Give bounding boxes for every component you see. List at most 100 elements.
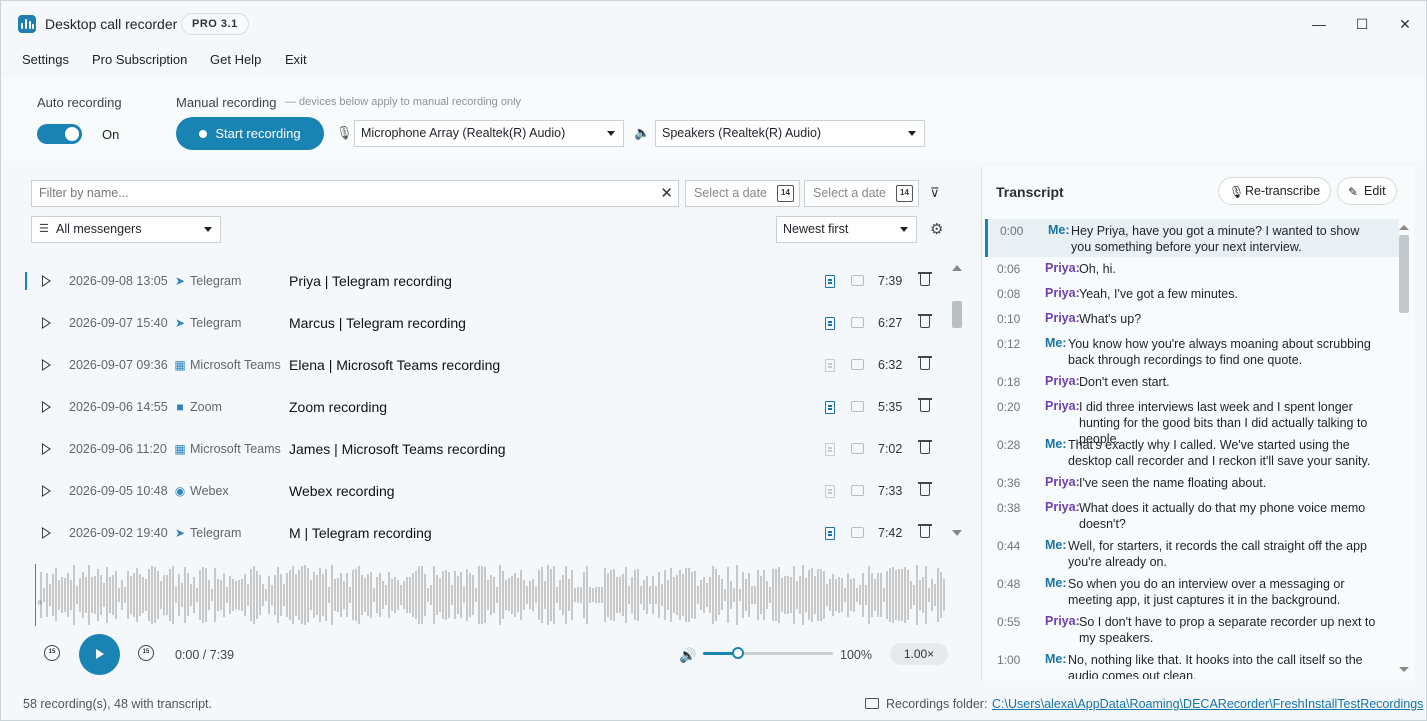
row-play-icon[interactable]	[42, 401, 51, 413]
list-scroll-down-icon[interactable]	[952, 530, 962, 536]
comment-icon[interactable]	[851, 275, 864, 286]
volume-slider-handle[interactable]	[732, 647, 745, 659]
transcript-line[interactable]: 0:00 Me: Hey Priya, have you got a minute?…	[985, 219, 1399, 257]
transcript-line[interactable]: 0:38 Priya: What does it actually do that …	[985, 496, 1399, 534]
recording-title[interactable]: Zoom recording	[289, 399, 387, 415]
transcript-icon[interactable]	[825, 527, 835, 540]
waveform[interactable]	[35, 564, 949, 626]
transcript-timestamp[interactable]: 1:00	[997, 653, 1020, 667]
name-filter-input[interactable]: Filter by name... ✕	[31, 180, 679, 207]
transcript-line[interactable]: 0:48 Me: So when you do an interview over …	[985, 572, 1399, 610]
volume-icon[interactable]: 🔊	[679, 647, 696, 664]
transcript-icon[interactable]	[825, 317, 835, 330]
transcript-line[interactable]: 0:08 Priya: Yeah, I've got a few minutes.	[985, 282, 1399, 307]
delete-icon[interactable]	[918, 272, 932, 286]
messenger-select[interactable]: ☰ All messengers	[31, 216, 221, 243]
close-button[interactable]: ✕	[1394, 13, 1416, 35]
recording-title[interactable]: Priya | Telegram recording	[289, 273, 452, 289]
menu-exit[interactable]: Exit	[285, 52, 307, 67]
date-to-input[interactable]: Select a date 14	[804, 180, 919, 207]
transcript-icon[interactable]	[825, 275, 835, 288]
playback-speed-button[interactable]: 1.00×	[890, 643, 948, 665]
transcript-timestamp[interactable]: 0:18	[997, 375, 1020, 389]
calendar-icon[interactable]: 14	[896, 185, 913, 202]
transcript-scroll-up-icon[interactable]	[1399, 225, 1409, 230]
row-play-icon[interactable]	[42, 527, 51, 539]
comment-icon[interactable]	[851, 317, 864, 328]
list-settings-gear-icon[interactable]: ⚙	[930, 220, 943, 238]
transcript-scroll-down-icon[interactable]	[1399, 667, 1409, 672]
calendar-icon[interactable]: 14	[777, 185, 794, 202]
transcript-line[interactable]: 0:06 Priya: Oh, hi.	[985, 257, 1399, 282]
recording-title[interactable]: James | Microsoft Teams recording	[289, 441, 506, 457]
transcript-line[interactable]: 0:36 Priya: I've seen the name floating ab…	[985, 471, 1399, 496]
transcript-timestamp[interactable]: 0:44	[997, 539, 1020, 553]
transcript-line[interactable]: 0:10 Priya: What's up?	[985, 307, 1399, 332]
list-scrollbar-thumb[interactable]	[952, 301, 962, 328]
delete-icon[interactable]	[918, 398, 932, 412]
row-play-icon[interactable]	[42, 275, 51, 287]
row-play-icon[interactable]	[42, 485, 51, 497]
transcript-line[interactable]: 1:00 Me: No, nothing like that. It hooks i…	[985, 648, 1399, 679]
transcript-timestamp[interactable]: 0:10	[997, 312, 1020, 326]
list-scroll-up-icon[interactable]	[952, 265, 962, 271]
transcript-icon[interactable]	[825, 485, 835, 498]
date-from-input[interactable]: Select a date 14	[685, 180, 800, 207]
transcript-timestamp[interactable]: 0:12	[997, 337, 1020, 351]
delete-icon[interactable]	[918, 440, 932, 454]
recording-row[interactable]: 2026-09-06 11:20 ▦ Microsoft Teams James | …	[31, 429, 966, 471]
transcript-timestamp[interactable]: 0:48	[997, 577, 1020, 591]
transcript-scrollbar-thumb[interactable]	[1399, 235, 1409, 313]
comment-icon[interactable]	[851, 485, 864, 496]
delete-icon[interactable]	[918, 314, 932, 328]
transcript-timestamp[interactable]: 0:55	[997, 615, 1020, 629]
menu-pro-subscription[interactable]: Pro Subscription	[92, 52, 187, 67]
play-button[interactable]	[79, 634, 120, 675]
sort-select[interactable]: Newest first	[776, 216, 917, 243]
recording-title[interactable]: Webex recording	[289, 483, 395, 499]
forward-15-icon[interactable]: 15	[138, 645, 154, 661]
transcript-line[interactable]: 0:28 Me: That's exactly why I called. We'v…	[985, 433, 1399, 471]
recording-title[interactable]: Elena | Microsoft Teams recording	[289, 357, 500, 373]
transcript-line[interactable]: 0:20 Priya: I did three interviews last we…	[985, 395, 1399, 446]
edit-transcript-button[interactable]: ✎ Edit	[1337, 177, 1397, 205]
retranscribe-button[interactable]: 🎙 Re-transcribe	[1218, 177, 1332, 205]
recordings-folder-link[interactable]: C:\Users\alexa\AppData\Roaming\DECARecor…	[992, 697, 1423, 711]
comment-icon[interactable]	[851, 359, 864, 370]
transcript-timestamp[interactable]: 0:08	[997, 287, 1020, 301]
speakers-select[interactable]: Speakers (Realtek(R) Audio)	[655, 120, 925, 147]
transcript-timestamp[interactable]: 0:38	[997, 501, 1020, 515]
row-play-icon[interactable]	[42, 317, 51, 329]
transcript-timestamp[interactable]: 0:28	[997, 438, 1020, 452]
clear-filter-icon[interactable]: ✕	[660, 181, 673, 206]
row-play-icon[interactable]	[42, 443, 51, 455]
menu-settings[interactable]: Settings	[22, 52, 69, 67]
menu-get-help[interactable]: Get Help	[210, 52, 261, 67]
transcript-icon[interactable]	[825, 443, 835, 456]
delete-icon[interactable]	[918, 356, 932, 370]
transcript-line[interactable]: 0:44 Me: Well, for starters, it records th…	[985, 534, 1399, 572]
row-play-icon[interactable]	[42, 359, 51, 371]
volume-slider[interactable]	[703, 647, 833, 659]
recording-title[interactable]: M | Telegram recording	[289, 525, 432, 541]
recording-row[interactable]: 2026-09-02 19:40 ➤ Telegram M | Telegram re…	[31, 513, 966, 555]
recording-title[interactable]: Marcus | Telegram recording	[289, 315, 466, 331]
transcript-line[interactable]: 0:18 Priya: Don't even start.	[985, 370, 1399, 395]
transcript-line[interactable]: 0:55 Priya: So I don't have to prop a sepa…	[985, 610, 1399, 648]
transcript-timestamp[interactable]: 0:00	[1000, 224, 1023, 238]
maximize-button[interactable]: ☐	[1351, 13, 1373, 35]
minimize-button[interactable]: —	[1308, 13, 1330, 35]
transcript-icon[interactable]	[825, 359, 835, 372]
transcript-timestamp[interactable]: 0:20	[997, 400, 1020, 414]
comment-icon[interactable]	[851, 527, 864, 538]
recording-row[interactable]: 2026-09-08 13:05 ➤ Telegram Priya | Telegra…	[25, 261, 966, 303]
transcript-line[interactable]: 0:12 Me: You know how you're always moanin…	[985, 332, 1399, 370]
comment-icon[interactable]	[851, 443, 864, 454]
transcript-icon[interactable]	[825, 401, 835, 414]
recording-row[interactable]: 2026-09-07 15:40 ➤ Telegram Marcus | Telegr…	[31, 303, 966, 345]
transcript-timestamp[interactable]: 0:36	[997, 476, 1020, 490]
auto-recording-toggle[interactable]	[37, 124, 82, 144]
recording-row[interactable]: 2026-09-06 14:55 ■ Zoom Zoom recording 5:35	[31, 387, 966, 429]
recording-row[interactable]: 2026-09-05 10:48 ◉ Webex Webex recording 7:3…	[31, 471, 966, 513]
transcript-timestamp[interactable]: 0:06	[997, 262, 1020, 276]
